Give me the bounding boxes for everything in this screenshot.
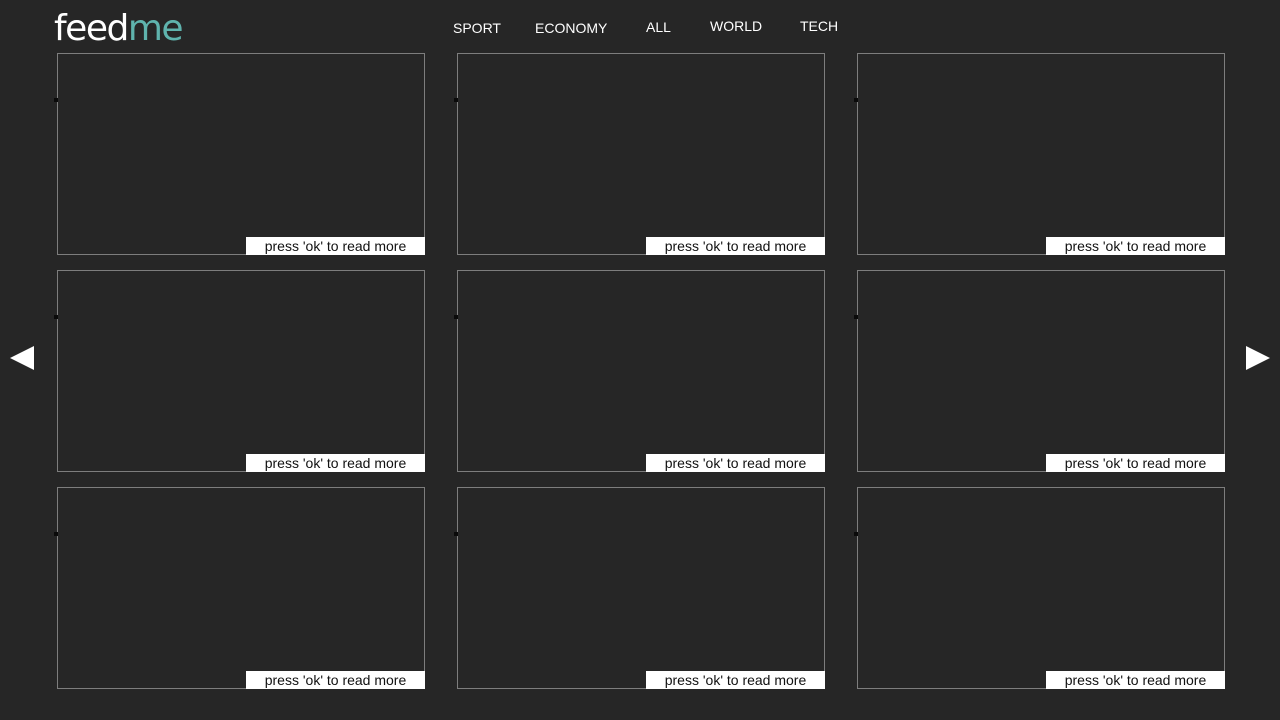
- tile-corner-mark: [854, 315, 858, 319]
- read-more-label: press 'ok' to read more: [646, 237, 825, 255]
- article-tile[interactable]: press 'ok' to read more: [454, 53, 825, 255]
- logo-text-me: me: [127, 8, 184, 49]
- article-tile[interactable]: press 'ok' to read more: [454, 270, 825, 472]
- tile-corner-mark: [54, 532, 58, 536]
- nav-item-world[interactable]: WORLD: [710, 18, 762, 34]
- tile-corner-mark: [854, 532, 858, 536]
- read-more-label: press 'ok' to read more: [246, 671, 425, 689]
- read-more-label: press 'ok' to read more: [1046, 454, 1225, 472]
- tile-corner-mark: [454, 532, 458, 536]
- previous-page-arrow-icon[interactable]: [10, 346, 34, 370]
- nav-item-tech[interactable]: TECH: [800, 18, 838, 34]
- article-tile[interactable]: press 'ok' to read more: [54, 270, 425, 472]
- nav-item-economy[interactable]: ECONOMY: [535, 20, 607, 36]
- page: feedme SPORT ECONOMY ALL WORLD TECH pres…: [0, 0, 1280, 720]
- article-tile[interactable]: press 'ok' to read more: [854, 487, 1225, 689]
- read-more-label: press 'ok' to read more: [646, 671, 825, 689]
- read-more-label: press 'ok' to read more: [246, 237, 425, 255]
- tile-corner-mark: [854, 98, 858, 102]
- tile-corner-mark: [54, 98, 58, 102]
- read-more-label: press 'ok' to read more: [246, 454, 425, 472]
- read-more-label: press 'ok' to read more: [1046, 671, 1225, 689]
- nav-item-sport[interactable]: SPORT: [453, 20, 501, 36]
- tile-corner-mark: [454, 315, 458, 319]
- article-tile[interactable]: press 'ok' to read more: [54, 53, 425, 255]
- read-more-label: press 'ok' to read more: [1046, 237, 1225, 255]
- article-tile[interactable]: press 'ok' to read more: [54, 487, 425, 689]
- tile-corner-mark: [454, 98, 458, 102]
- article-tile[interactable]: press 'ok' to read more: [854, 53, 1225, 255]
- read-more-label: press 'ok' to read more: [646, 454, 825, 472]
- logo-text-feed: feed: [54, 8, 129, 49]
- article-tile[interactable]: press 'ok' to read more: [454, 487, 825, 689]
- nav-item-all[interactable]: ALL: [646, 19, 671, 35]
- next-page-arrow-icon[interactable]: [1246, 346, 1270, 370]
- article-tile[interactable]: press 'ok' to read more: [854, 270, 1225, 472]
- tile-corner-mark: [54, 315, 58, 319]
- feedme-logo: feedme: [54, 6, 184, 52]
